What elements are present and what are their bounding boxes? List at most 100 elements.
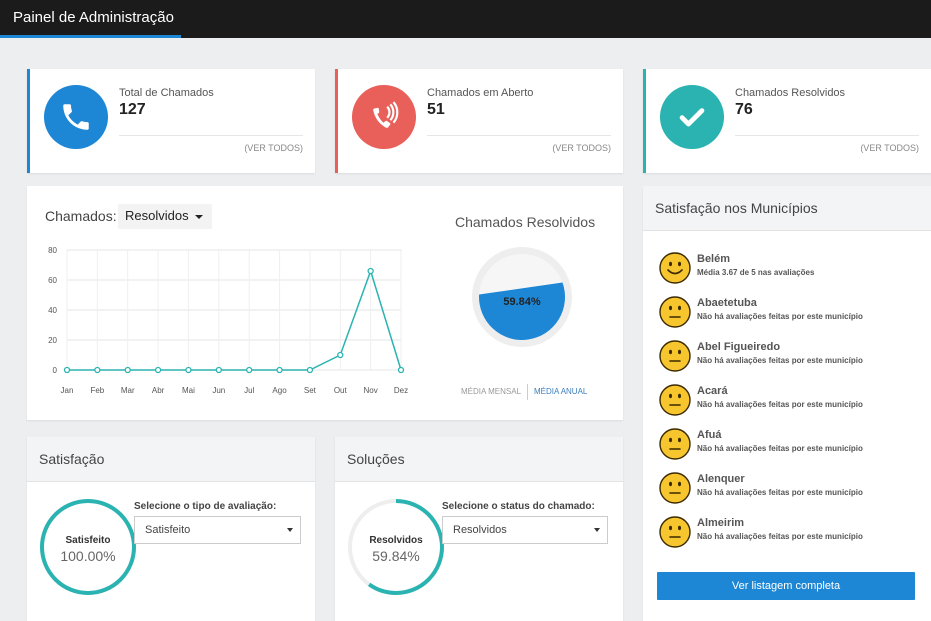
data-point[interactable]: [154, 366, 162, 374]
municipio-item: Abel Figueiredo Não há avaliações feitas…: [659, 340, 909, 380]
x-tick-label: Abr: [152, 386, 165, 395]
municipio-name: Acará: [697, 385, 728, 397]
stat-label: Total de Chamados: [119, 87, 214, 99]
navbar-accent: [0, 35, 181, 38]
view-all-link[interactable]: (VER TODOS): [552, 143, 611, 153]
select-value: Satisfeito: [145, 524, 191, 536]
municipio-rating: Não há avaliações feitas por este municí…: [697, 312, 863, 321]
select-value: Resolvidos: [453, 524, 507, 536]
stat-label: Chamados Resolvidos: [735, 87, 846, 99]
phone-ringing-icon: [352, 85, 416, 149]
data-point[interactable]: [337, 351, 344, 359]
municipio-name: Alenquer: [697, 473, 745, 485]
ring-name: Resolvidos: [369, 535, 423, 546]
divider: [735, 135, 919, 136]
y-tick-label: 40: [48, 306, 57, 315]
municipio-rating: Não há avaliações feitas por este municí…: [697, 488, 863, 497]
top-navbar: Painel de Administração: [0, 0, 931, 38]
ring-value: 100.00%: [60, 548, 116, 564]
gauge-tabs: MÉDIA MENSAL MÉDIA ANUAL: [461, 384, 587, 400]
stat-card-resolved: Chamados Resolvidos 76 (VER TODOS): [643, 69, 931, 173]
series-line: [67, 268, 402, 371]
tab-separator: [527, 384, 529, 400]
panel-header: Satisfação: [27, 437, 315, 482]
data-point[interactable]: [215, 366, 222, 374]
y-tick-label: 80: [48, 246, 57, 255]
neutral-face-icon: [659, 428, 691, 460]
chart-card: Chamados: Resolvidos 0 20 40 60 80 Jan Feb Mar A…: [27, 186, 623, 420]
x-tick-label: Dez: [394, 386, 408, 395]
municipios-card: Satisfação nos Municípios Belém Média 3.…: [643, 186, 931, 621]
view-all-link[interactable]: (VER TODOS): [244, 143, 303, 153]
stat-value: 76: [735, 101, 753, 118]
view-full-list-button[interactable]: Ver listagem completa: [657, 572, 915, 600]
neutral-face-icon: [659, 516, 691, 548]
panel-header: Satisfação nos Municípios: [643, 186, 931, 231]
line-chart: 0 20 40 60 80 Jan Feb Mar Abr Mai Jun Jul Ago Set Out N…: [48, 246, 408, 395]
data-point[interactable]: [63, 366, 71, 374]
smiley-face-icon: [659, 252, 691, 284]
municipio-item: Afuá Não há avaliações feitas por este m…: [659, 428, 909, 468]
app-title[interactable]: Painel de Administração: [13, 9, 174, 26]
checkmark-icon: [660, 85, 724, 149]
municipio-rating: Não há avaliações feitas por este municí…: [697, 400, 863, 409]
municipio-item: Almeirim Não há avaliações feitas por es…: [659, 516, 909, 556]
x-tick-label: Feb: [90, 386, 104, 395]
phone-icon: [44, 85, 108, 149]
data-point[interactable]: [246, 366, 253, 374]
satisfacao-card: Satisfação Satisfeito 100.00% Selecione …: [27, 437, 315, 621]
tab-media-mensal[interactable]: MÉDIA MENSAL: [461, 387, 521, 396]
x-tick-label: Nov: [364, 386, 378, 395]
panel-title: Satisfação nos Municípios: [655, 200, 818, 216]
panel-header: Soluções: [335, 437, 623, 482]
neutral-face-icon: [659, 340, 691, 372]
stat-card-total: Total de Chamados 127 (VER TODOS): [27, 69, 315, 173]
ring-label: Resolvidos 59.84%: [350, 535, 442, 564]
municipio-rating: Não há avaliações feitas por este municí…: [697, 356, 863, 365]
data-point[interactable]: [185, 366, 192, 374]
divider: [119, 135, 303, 136]
view-all-link[interactable]: (VER TODOS): [860, 143, 919, 153]
data-point[interactable]: [124, 366, 131, 374]
stat-label: Chamados em Aberto: [427, 87, 534, 99]
ticket-status-select[interactable]: Resolvidos: [442, 516, 608, 544]
data-point[interactable]: [306, 366, 314, 374]
municipio-item: Alenquer Não há avaliações feitas por es…: [659, 472, 909, 512]
select-label: Selecione o status do chamado:: [442, 501, 595, 512]
x-tick-label: Mai: [182, 386, 195, 395]
municipio-item: Belém Média 3.67 de 5 nas avaliações: [659, 252, 909, 292]
municipio-name: Abel Figueiredo: [697, 341, 781, 353]
municipio-item: Acará Não há avaliações feitas por este …: [659, 384, 909, 424]
panel-title: Soluções: [347, 451, 405, 467]
resolved-gauge: 59.84%: [472, 247, 572, 347]
x-tick-label: Set: [304, 386, 317, 395]
data-point[interactable]: [367, 267, 374, 275]
municipio-name: Abaetetuba: [697, 297, 757, 309]
y-tick-label: 0: [53, 366, 58, 375]
evaluation-type-select[interactable]: Satisfeito: [134, 516, 301, 544]
neutral-face-icon: [659, 472, 691, 504]
ring-name: Satisfeito: [65, 535, 111, 546]
caret-down-icon: [287, 528, 293, 532]
solucoes-card: Soluções Resolvidos 59.84% Selecione o s…: [335, 437, 623, 621]
municipio-name: Almeirim: [697, 517, 745, 529]
x-tick-label: Out: [334, 386, 348, 395]
y-tick-label: 60: [48, 276, 57, 285]
y-tick-label: 20: [48, 336, 57, 345]
neutral-face-icon: [659, 296, 691, 328]
divider: [427, 135, 611, 136]
neutral-face-icon: [659, 384, 691, 416]
x-tick-label: Jan: [61, 386, 74, 395]
municipio-name: Afuá: [697, 429, 722, 441]
panel-title: Satisfação: [39, 451, 105, 467]
x-tick-label: Jun: [212, 386, 225, 395]
municipio-rating: Não há avaliações feitas por este municí…: [697, 532, 863, 541]
municipio-rating: Não há avaliações feitas por este municí…: [697, 444, 863, 453]
data-point[interactable]: [94, 366, 101, 374]
tab-media-anual[interactable]: MÉDIA ANUAL: [534, 387, 587, 396]
chart-type-dropdown[interactable]: Resolvidos: [118, 204, 212, 229]
caret-down-icon: [195, 215, 203, 219]
data-point[interactable]: [397, 366, 405, 374]
ring-label: Satisfeito 100.00%: [42, 535, 134, 564]
data-point[interactable]: [276, 366, 283, 374]
